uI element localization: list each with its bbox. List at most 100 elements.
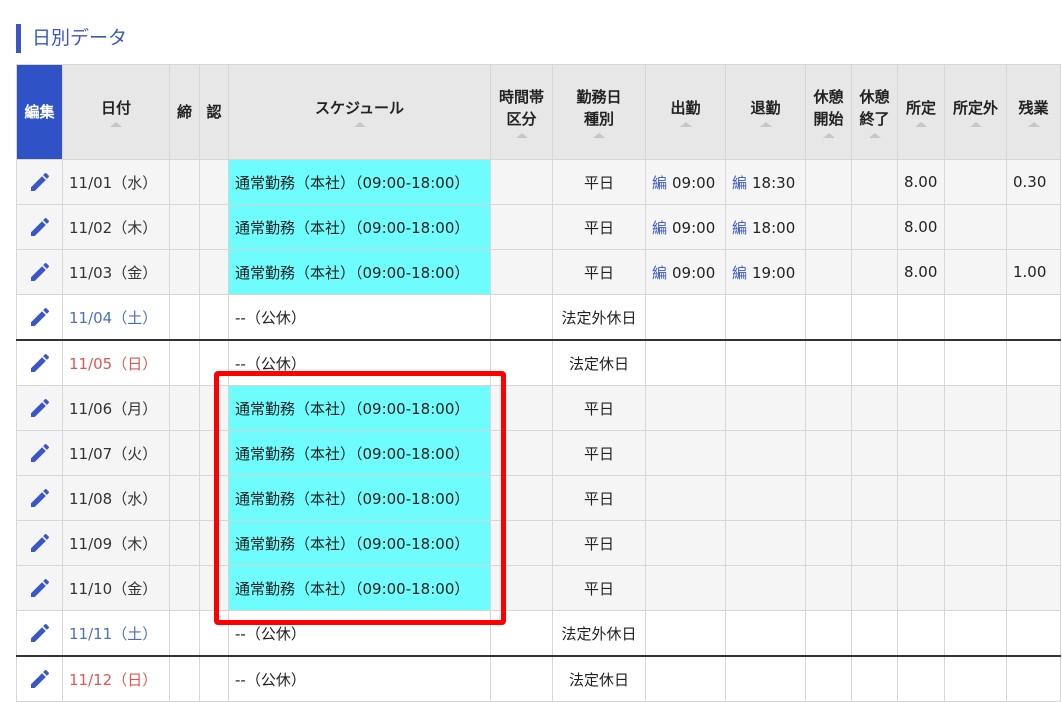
pencil-icon[interactable]: [28, 351, 52, 375]
schedule-cell[interactable]: 通常勤務（本社）（09:00-18:00）: [228, 249, 491, 295]
date-cell: 11/09（木）: [62, 520, 170, 566]
timezone-cell: [490, 204, 553, 250]
edit-cell[interactable]: [16, 249, 63, 295]
edit-link[interactable]: 編: [652, 174, 667, 192]
col-header-daytype[interactable]: 勤務日 種別: [552, 64, 646, 160]
sort-triangle-icon[interactable]: [110, 122, 122, 127]
edit-cell[interactable]: [16, 475, 63, 521]
edit-cell[interactable]: [16, 520, 63, 566]
pencil-icon[interactable]: [28, 621, 52, 645]
clock-in-cell[interactable]: 編 09:00: [645, 204, 726, 250]
shime-cell: [169, 249, 200, 295]
sort-triangle-icon[interactable]: [593, 133, 605, 138]
sort-triangle-icon[interactable]: [515, 133, 528, 138]
edit-cell[interactable]: [16, 294, 63, 341]
table-row: 11/07（火） 通常勤務（本社）（09:00-18:00） 平日: [16, 430, 1061, 476]
clock-out-cell[interactable]: 編 19:00: [725, 249, 806, 295]
col-header-in[interactable]: 出勤: [645, 64, 726, 160]
pencil-icon[interactable]: [28, 215, 52, 239]
edit-cell[interactable]: [16, 204, 63, 250]
non-scheduled-hours-cell: [944, 249, 1007, 295]
overtime-cell: [1006, 385, 1061, 431]
edit-link[interactable]: 編: [652, 264, 667, 282]
date-cell: 11/01（水）: [62, 159, 170, 205]
sort-triangle-icon[interactable]: [679, 122, 692, 127]
table-row: 11/10（金） 通常勤務（本社）（09:00-18:00） 平日: [16, 565, 1061, 611]
edit-link[interactable]: 編: [652, 219, 667, 237]
schedule-cell[interactable]: 通常勤務（本社）（09:00-18:00）: [228, 565, 491, 611]
pencil-icon[interactable]: [28, 305, 52, 329]
sort-triangle-icon[interactable]: [969, 122, 982, 127]
col-header-timezone[interactable]: 時間帯 区分: [490, 64, 553, 160]
date-cell: 11/11（土）: [62, 610, 170, 657]
col-header-scheduled[interactable]: 所定: [897, 64, 945, 160]
pencil-icon[interactable]: [28, 396, 52, 420]
schedule-cell[interactable]: --（公休）: [228, 339, 491, 386]
edit-cell[interactable]: [16, 385, 63, 431]
sort-triangle-icon[interactable]: [1027, 122, 1040, 127]
timezone-cell: [490, 655, 553, 702]
break-end-cell: [851, 385, 898, 431]
edit-cell[interactable]: [16, 430, 63, 476]
pencil-icon[interactable]: [28, 576, 52, 600]
date-cell: 11/06（月）: [62, 385, 170, 431]
shime-cell: [169, 294, 200, 341]
table-row: 11/01（水） 通常勤務（本社）（09:00-18:00） 平日編 09:00 編 18…: [16, 159, 1061, 205]
pencil-icon[interactable]: [28, 441, 52, 465]
edit-link[interactable]: 編: [732, 264, 747, 282]
col-header-break-start[interactable]: 休憩 開始: [805, 64, 852, 160]
clock-out-cell: [725, 655, 806, 702]
clock-out-cell[interactable]: 編 18:30: [725, 159, 806, 205]
col-header-out[interactable]: 退勤: [725, 64, 806, 160]
edit-cell[interactable]: [16, 655, 63, 702]
schedule-cell[interactable]: 通常勤務（本社）（09:00-18:00）: [228, 385, 491, 431]
schedule-cell[interactable]: 通常勤務（本社）（09:00-18:00）: [228, 204, 491, 250]
col-header-schedule[interactable]: スケジュール: [228, 64, 491, 160]
sort-triangle-icon[interactable]: [759, 122, 772, 127]
edit-cell[interactable]: [16, 159, 63, 205]
pencil-icon[interactable]: [28, 667, 52, 691]
schedule-cell[interactable]: --（公休）: [228, 655, 491, 702]
sort-triangle-icon[interactable]: [868, 133, 881, 138]
break-start-cell: [805, 610, 852, 657]
nin-cell: [199, 610, 229, 657]
break-end-cell: [851, 204, 898, 250]
edit-cell[interactable]: [16, 610, 63, 657]
schedule-cell[interactable]: 通常勤務（本社）（09:00-18:00）: [228, 159, 491, 205]
pencil-icon[interactable]: [28, 486, 52, 510]
pencil-icon[interactable]: [28, 260, 52, 284]
clock-in-cell: [645, 655, 726, 702]
sort-triangle-icon[interactable]: [915, 122, 927, 127]
clock-in-cell[interactable]: 編 09:00: [645, 249, 726, 295]
col-header-non-scheduled[interactable]: 所定外: [944, 64, 1007, 160]
break-end-cell: [851, 430, 898, 476]
clock-out-cell: [725, 610, 806, 657]
timezone-cell: [490, 294, 553, 341]
non-scheduled-hours-cell: [944, 655, 1007, 702]
clock-out-cell: [725, 565, 806, 611]
schedule-cell[interactable]: 通常勤務（本社）（09:00-18:00）: [228, 475, 491, 521]
schedule-cell[interactable]: --（公休）: [228, 294, 491, 341]
edit-cell[interactable]: [16, 339, 63, 386]
clock-out-cell: [725, 385, 806, 431]
pencil-icon[interactable]: [28, 531, 52, 555]
col-header-break-end[interactable]: 休憩 終了: [851, 64, 898, 160]
table-row: 11/12（日） --（公休） 法定休日: [16, 655, 1061, 702]
col-header-overtime[interactable]: 残業: [1006, 64, 1061, 160]
schedule-cell[interactable]: 通常勤務（本社）（09:00-18:00）: [228, 430, 491, 476]
edit-cell[interactable]: [16, 565, 63, 611]
sort-triangle-icon[interactable]: [822, 133, 835, 138]
break-start-cell: [805, 204, 852, 250]
clock-in-cell[interactable]: 編 09:00: [645, 159, 726, 205]
clock-out-cell[interactable]: 編 18:00: [725, 204, 806, 250]
non-scheduled-hours-cell: [944, 430, 1007, 476]
schedule-cell[interactable]: --（公休）: [228, 610, 491, 657]
schedule-cell[interactable]: 通常勤務（本社）（09:00-18:00）: [228, 520, 491, 566]
sort-triangle-icon[interactable]: [353, 122, 366, 127]
col-header-date[interactable]: 日付: [62, 64, 170, 160]
shime-cell: [169, 655, 200, 702]
pencil-icon[interactable]: [28, 170, 52, 194]
table-row: 11/04（土） --（公休） 法定外休日: [16, 294, 1061, 341]
edit-link[interactable]: 編: [732, 219, 747, 237]
edit-link[interactable]: 編: [732, 174, 747, 192]
